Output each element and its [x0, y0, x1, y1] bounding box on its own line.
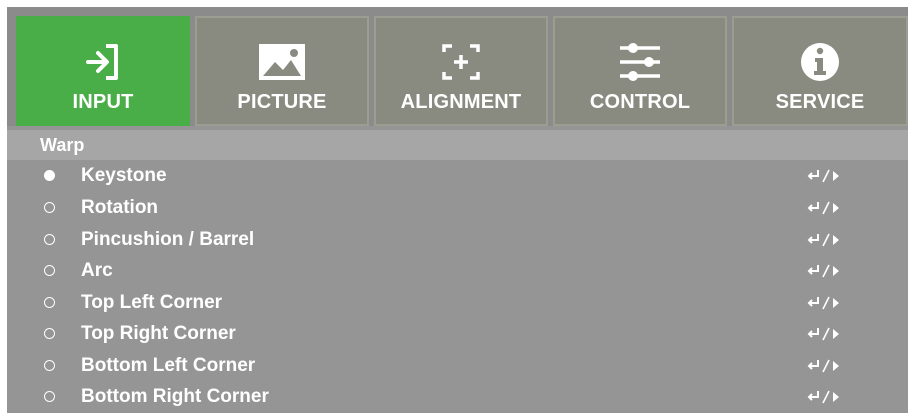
enter-right-icon — [807, 169, 839, 183]
osd-menu-frame: INPUT PICTURE ALIGNMENT CONTROL SERVICE … — [7, 7, 908, 413]
tab-service-label: SERVICE — [775, 91, 865, 113]
menu-item-bottom-right-corner[interactable]: Bottom Right Corner — [7, 381, 908, 412]
menu-item-label: Top Left Corner — [81, 292, 223, 313]
tab-alignment-label: ALIGNMENT — [400, 91, 522, 113]
radio-empty-icon — [44, 234, 55, 245]
menu-item-label: Pincushion / Barrel — [81, 229, 255, 250]
enter-right-icon — [807, 264, 839, 278]
enter-right-icon — [807, 327, 839, 341]
enter-right-icon — [807, 296, 839, 310]
menu-item-label: Top Right Corner — [81, 323, 236, 344]
radio-selected-icon — [44, 170, 55, 181]
menu-item-top-left-corner[interactable]: Top Left Corner — [7, 287, 908, 318]
tab-input-label: INPUT — [72, 91, 134, 113]
tab-alignment[interactable]: ALIGNMENT — [374, 16, 548, 126]
menu-item-top-right-corner[interactable]: Top Right Corner — [7, 318, 908, 349]
tab-control-label: CONTROL — [589, 91, 691, 113]
enter-right-icon — [807, 233, 839, 247]
menu-item-rotation[interactable]: Rotation — [7, 192, 908, 223]
menu-item-label: Rotation — [81, 197, 159, 218]
radio-empty-icon — [44, 328, 55, 339]
input-icon — [86, 44, 118, 80]
control-sliders-icon — [620, 43, 660, 81]
menu-item-label: Arc — [81, 260, 113, 281]
tab-control[interactable]: CONTROL — [553, 16, 727, 126]
radio-empty-icon — [44, 202, 55, 213]
alignment-icon — [442, 44, 480, 80]
menu-item-label: Keystone — [81, 165, 167, 186]
radio-empty-icon — [44, 391, 55, 402]
tab-picture[interactable]: PICTURE — [195, 16, 369, 126]
menu-item-arc[interactable]: Arc — [7, 255, 908, 286]
menu-item-label: Bottom Left Corner — [81, 355, 256, 376]
radio-empty-icon — [44, 297, 55, 308]
enter-right-icon — [807, 201, 839, 215]
enter-right-icon — [807, 359, 839, 373]
menu-item-bottom-left-corner[interactable]: Bottom Left Corner — [7, 350, 908, 381]
menu-item-label: Bottom Right Corner — [81, 386, 269, 407]
picture-icon — [259, 44, 305, 80]
tab-service[interactable]: SERVICE — [732, 16, 908, 126]
tab-bar: INPUT PICTURE ALIGNMENT CONTROL SERVICE — [7, 7, 908, 126]
radio-empty-icon — [44, 265, 55, 276]
tab-picture-label: PICTURE — [237, 91, 327, 113]
menu-item-pincushion-barrel[interactable]: Pincushion / Barrel — [7, 224, 908, 255]
tab-input[interactable]: INPUT — [16, 16, 190, 126]
enter-right-icon — [807, 390, 839, 404]
info-icon — [801, 43, 839, 81]
radio-empty-icon — [44, 360, 55, 371]
warp-menu: Warp Keystone Rotation Pincushion / Barr… — [7, 126, 908, 413]
section-title: Warp — [7, 130, 908, 160]
menu-item-keystone[interactable]: Keystone — [7, 160, 908, 191]
